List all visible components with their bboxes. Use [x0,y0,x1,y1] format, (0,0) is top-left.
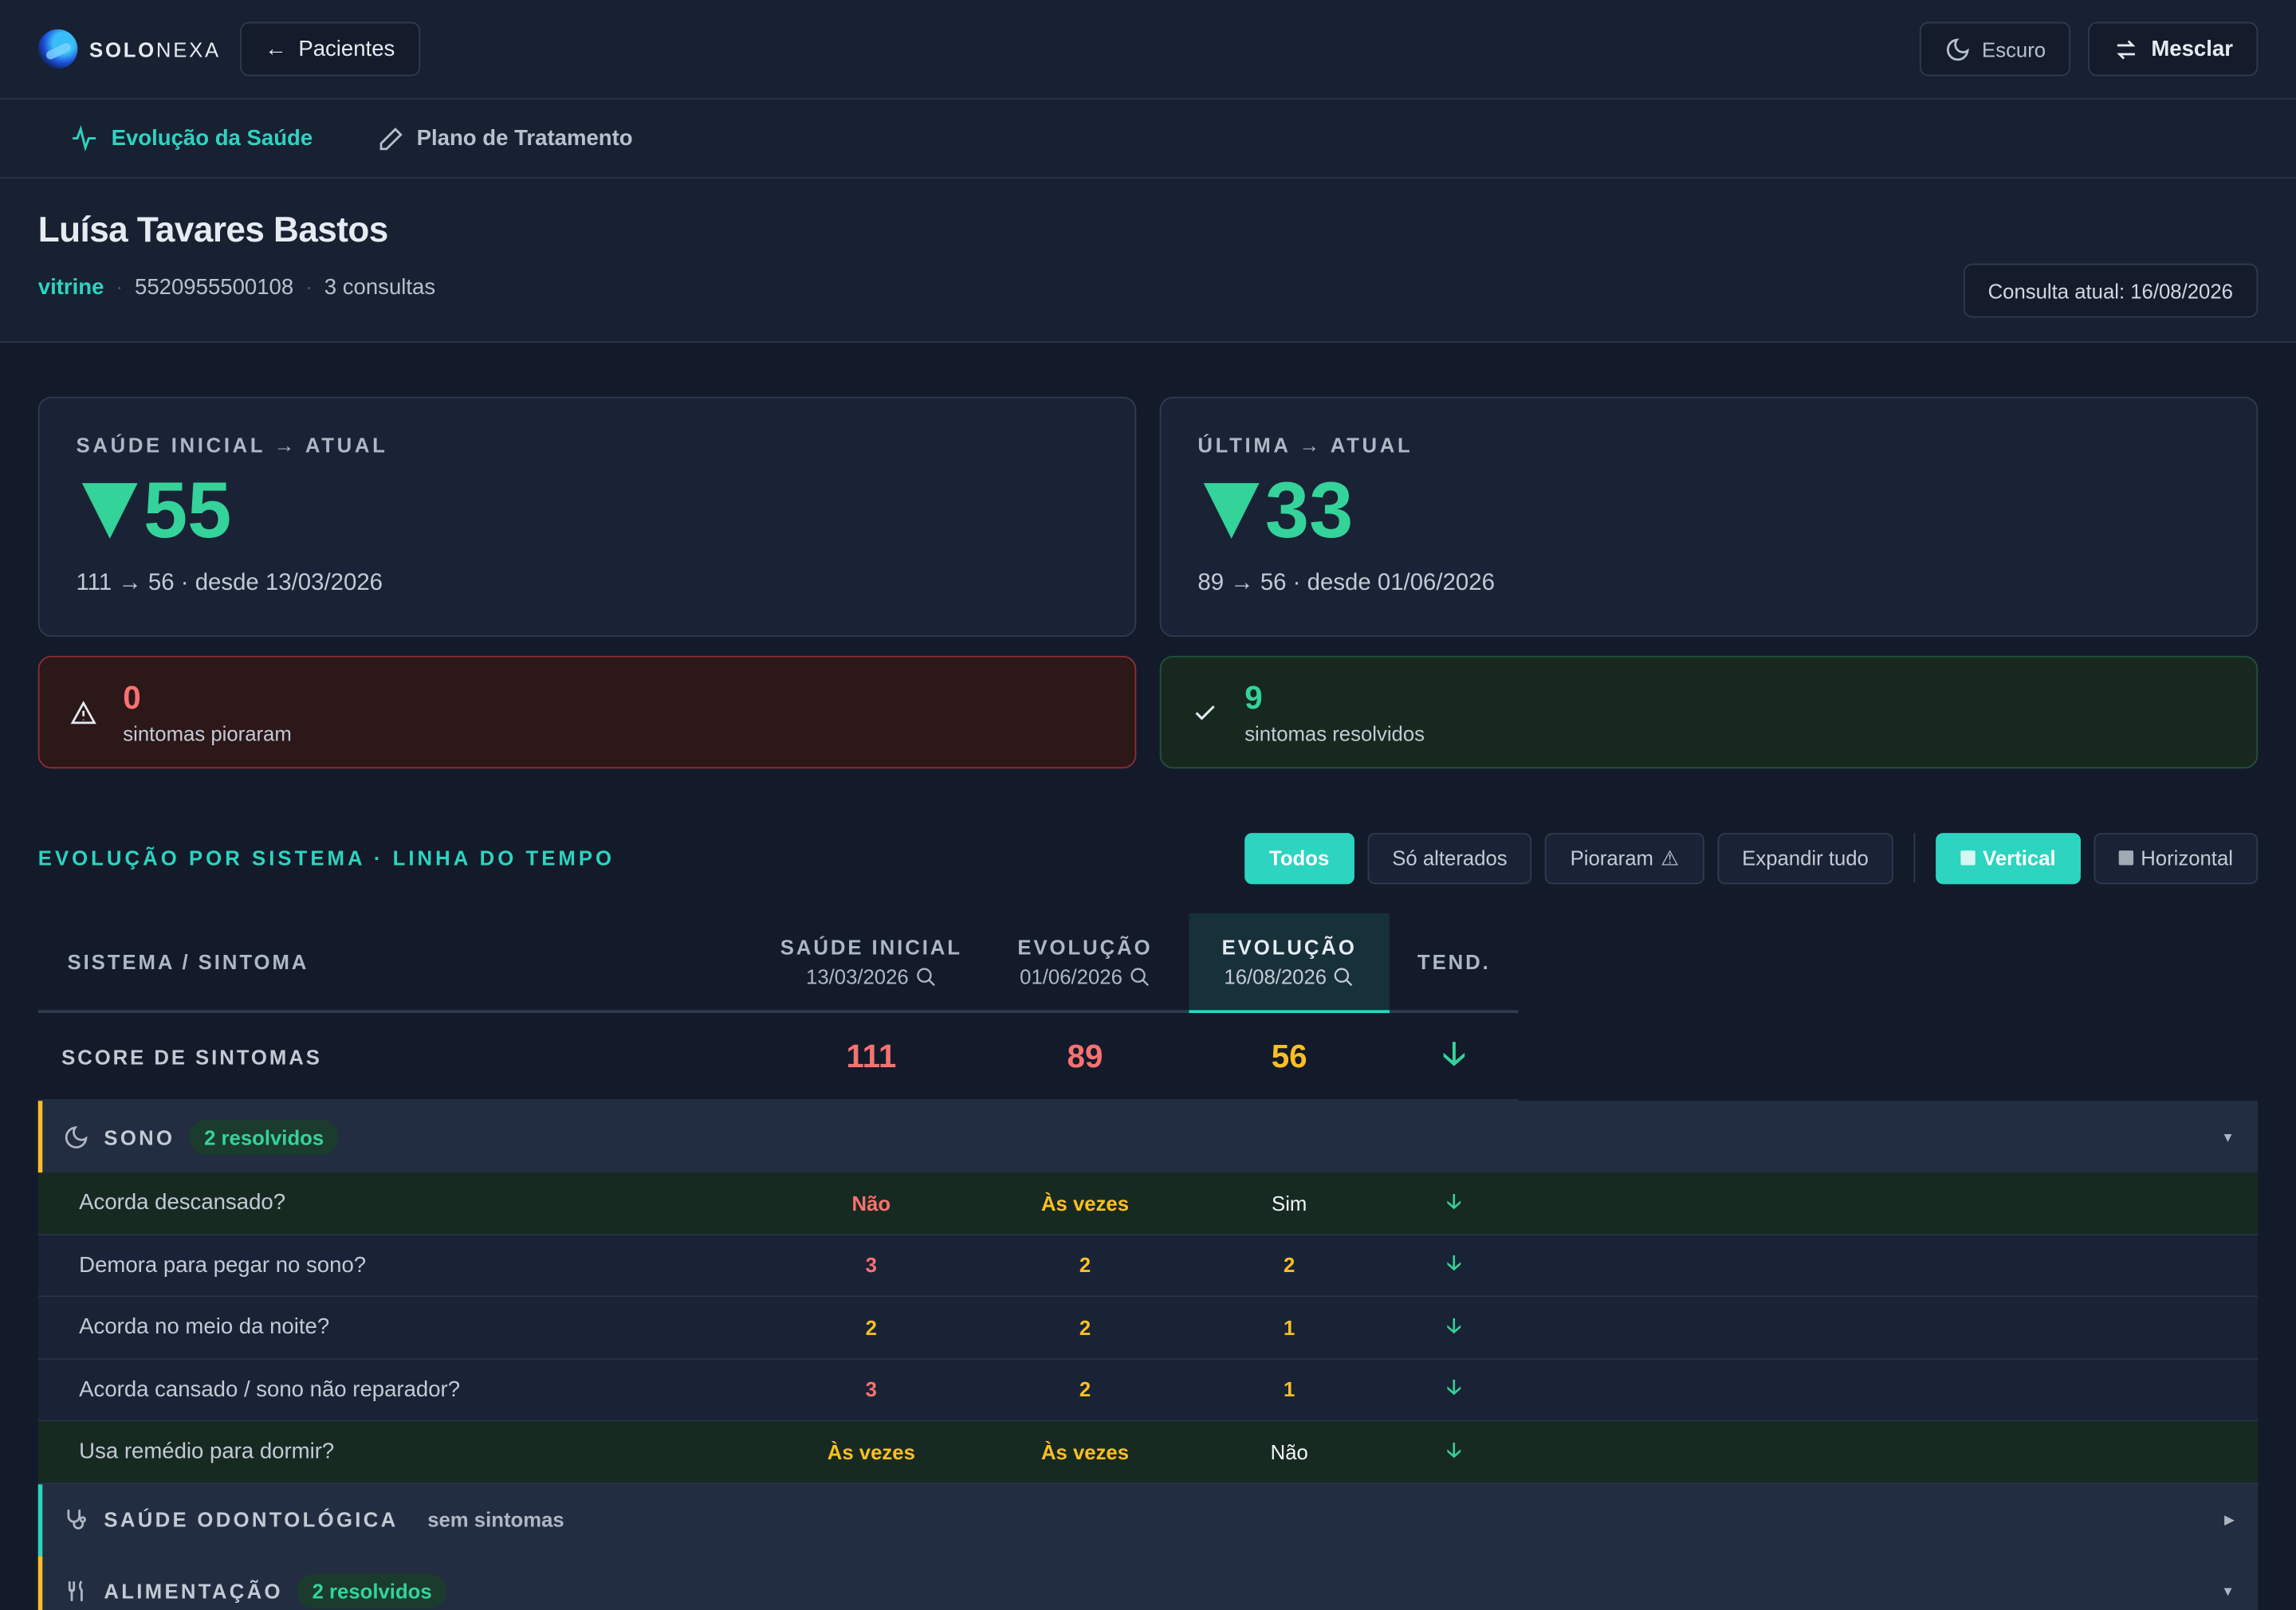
header-evolution-1[interactable]: EVOLUÇÃO 01/06/2026 [981,913,1189,1010]
score-current: 56 [1271,1037,1307,1074]
back-to-patients-button[interactable]: ← Pacientes [239,22,420,77]
card-value: 33 [1197,465,2219,556]
search-icon [1130,967,1149,986]
header-trend: TEND. [1417,950,1491,974]
triangle-down-icon [1203,483,1260,539]
tab-treatment-plan[interactable]: Plano de Tratamento [377,125,633,151]
table-row: Demora para pegar no sono? 3 2 2 🡣 [37,1235,2259,1298]
card-subtitle: 89 → 56 · desde 01/06/2026 [1197,571,1495,596]
no-symptoms-note: sem sintomas [427,1507,564,1532]
patient-consultations: 3 consultas [324,275,436,300]
filter-worsened-button[interactable]: Pioraram ⚠ [1545,832,1704,884]
triangle-down-icon [81,483,138,539]
card-label: SAÚDE INICIAL → ATUAL [76,433,388,457]
alerts: 0 sintomas pioraram 9 sintomas resolvido… [0,637,2296,769]
arrow-down-icon: 🡣 [1446,1251,1462,1274]
resolved-alert[interactable]: 9 sintomas resolvidos [1159,655,2259,769]
square-icon [2118,850,2134,866]
score-initial: 111 [846,1037,897,1074]
card-value: 55 [77,465,1099,556]
header-system: SISTEMA / SINTOMA [67,950,309,974]
arrow-down-icon: 🡣 [1446,1313,1462,1337]
filter-bar: Todos Só alterados Pioraram ⚠ Expandir tu… [1244,832,2259,884]
worsened-alert[interactable]: 0 sintomas pioraram [37,655,1137,769]
initial-to-current-card: SAÚDE INICIAL → ATUAL 55 111 → 56 · desd… [37,396,1137,637]
group-alimentacao[interactable]: ALIMENTAÇÃO 2 resolvidos ▼ [37,1555,2259,1610]
group-title: SONO [104,1125,175,1149]
current-consultation-button[interactable]: Consulta atual: 16/08/2026 [1963,263,2259,318]
worsened-text: sintomas pioraram [123,721,292,744]
score-row: SCORE DE SINTOMAS 111 89 56 🡣 [37,1013,1519,1101]
summary-cards: SAÚDE INICIAL → ATUAL 55 111 → 56 · desd… [0,343,2296,637]
vertical-view-button[interactable]: Vertical [1936,832,2081,884]
timeline-section-header: EVOLUÇÃO POR SISTEMA · LINHA DO TEMPO To… [0,768,2296,896]
table-row: Acorda cansado / sono não reparador? 3 2… [37,1359,2259,1422]
brand-name: SOLONEXA [89,37,221,61]
moon-icon [1946,37,1968,61]
horizontal-view-button[interactable]: Horizontal [2094,832,2259,884]
table-row: Acorda no meio da noite? 2 2 1 🡣 [37,1297,2259,1360]
arrow-down-icon: 🡣 [1442,1034,1466,1071]
table-header: SISTEMA / SINTOMA SAÚDE INICIAL 13/03/20… [37,913,1519,1013]
warning-icon [70,700,96,724]
arrow-down-icon: 🡣 [1446,1437,1462,1461]
brand-logo[interactable]: SOLONEXA [37,29,221,69]
resolved-badge: 2 resolvidos [189,1119,339,1155]
resolved-count: 9 [1244,678,1263,716]
tab-health-evolution[interactable]: Evolução da Saúde [70,124,313,152]
score-label: SCORE DE SINTOMAS [61,1044,322,1068]
score-evolution-1: 89 [1067,1037,1103,1074]
expand-all-button[interactable]: Expandir tudo [1716,832,1894,884]
patient-phone: 5520955500108 [135,275,294,300]
arrow-down-icon: 🡣 [1446,1375,1462,1399]
utensils-icon [68,1581,83,1601]
table-row: Acorda descansado? Não Às vezes Sim 🡣 [37,1172,2259,1235]
last-to-current-card: ÚLTIMA → ATUAL 33 89 → 56 · desde 01/06/… [1159,396,2259,637]
meta-separator: · [305,275,313,300]
evolution-table: SISTEMA / SINTOMA SAÚDE INICIAL 13/03/20… [37,913,2259,1610]
group-saude-odontologica[interactable]: SAÚDE ODONTOLÓGICA sem sintomas ▶ [37,1483,2259,1556]
caret-down-icon[interactable]: ▼ [2221,1129,2234,1144]
navigation-tabs: Evolução da Saúde Plano de Tratamento [0,99,2296,179]
filter-changed-button[interactable]: Só alterados [1367,832,1532,884]
merge-button[interactable]: Mesclar [2088,22,2259,77]
table-row: Usa remédio para dormir? Às vezes Às vez… [37,1421,2259,1484]
resolved-badge: 2 resolvidos [297,1573,447,1609]
swap-arrows-icon [2117,39,2136,59]
theme-toggle-button[interactable]: Escuro [1919,22,2071,77]
arrow-down-icon: 🡣 [1446,1188,1462,1212]
header-initial[interactable]: SAÚDE INICIAL 13/03/2026 [761,913,981,1010]
worsened-count: 0 [123,678,141,716]
group-sono[interactable]: SONO 2 resolvidos ▼ [37,1101,2259,1173]
warning-icon: ⚠ [1661,845,1680,870]
card-label: ÚLTIMA → ATUAL [1197,433,1413,457]
caret-down-icon[interactable]: ▼ [2221,1584,2234,1598]
group-title: SAÚDE ODONTOLÓGICA [104,1507,399,1532]
header-evolution-current[interactable]: EVOLUÇÃO 16/08/2026 [1189,913,1390,1013]
patient-tag: vitrine [37,275,104,300]
patient-meta: vitrine · 5520955500108 · 3 consultas [38,275,2258,300]
arrow-left-icon: ← [265,36,287,62]
patient-name: Luísa Tavares Bastos [37,210,389,251]
pulse-icon [73,125,96,152]
caret-right-icon[interactable]: ▶ [2224,1511,2235,1527]
logo-icon [37,29,78,69]
patient-header: Luísa Tavares Bastos vitrine · 552095550… [0,179,2296,343]
section-title: EVOLUÇÃO POR SISTEMA · LINHA DO TEMPO [37,846,615,870]
square-icon [1960,850,1976,866]
resolved-text: sintomas resolvidos [1244,721,1425,744]
group-title: ALIMENTAÇÃO [104,1579,283,1604]
filter-all-button[interactable]: Todos [1244,832,1354,884]
card-subtitle: 111 → 56 · desde 13/03/2026 [76,571,383,596]
stethoscope-icon [67,1510,86,1530]
top-bar: SOLONEXA ← Pacientes Escuro Mesclar [0,0,2296,100]
moon-icon [65,1125,88,1148]
check-icon [1195,705,1215,720]
divider [1913,833,1916,883]
search-icon [1334,967,1353,986]
meta-separator: · [116,275,124,300]
pen-icon [379,127,402,150]
search-icon [916,967,934,986]
